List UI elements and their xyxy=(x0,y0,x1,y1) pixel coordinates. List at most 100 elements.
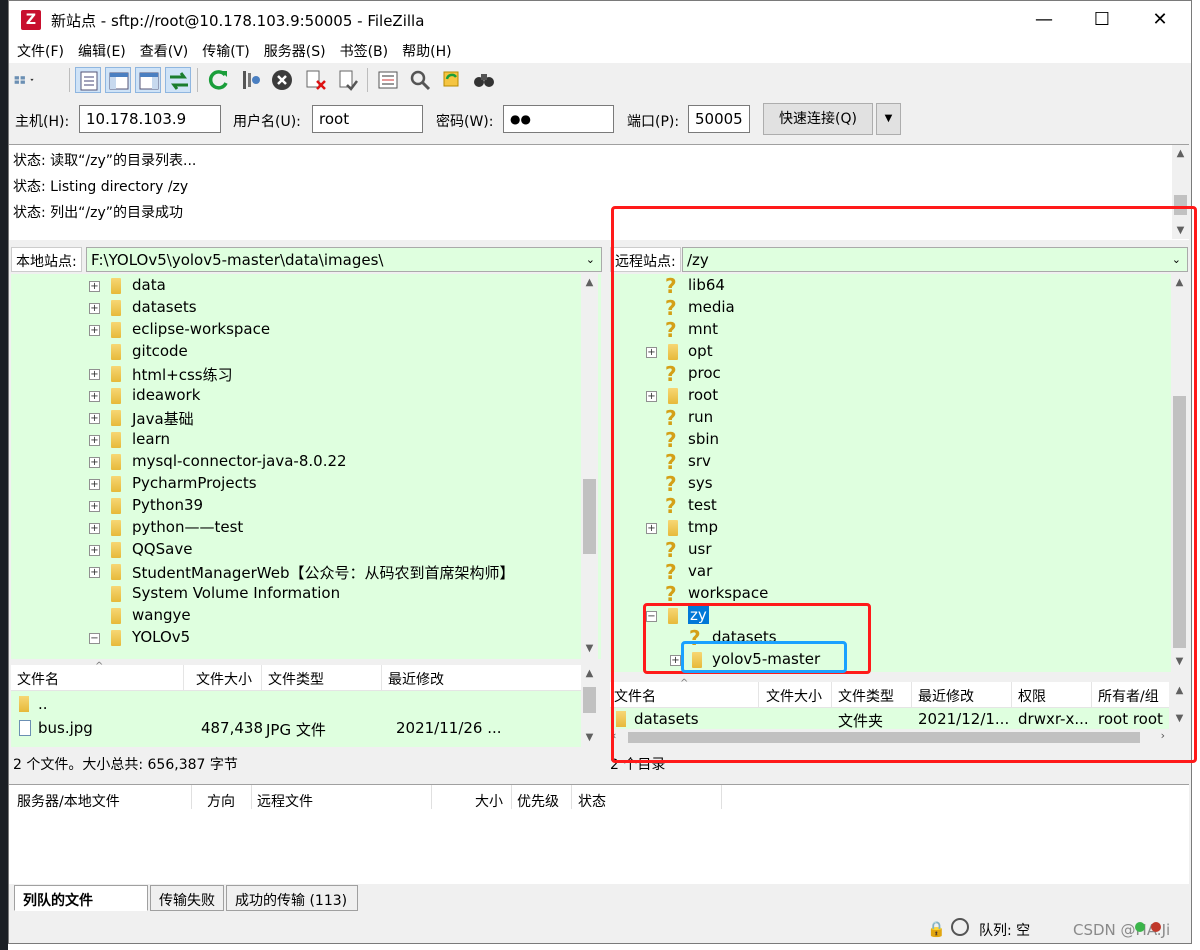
local-tree-item[interactable]: + html+css练习 xyxy=(11,363,581,385)
local-tree-item[interactable]: + mysql-connector-java-8.0.22 xyxy=(11,451,581,473)
local-tree-item[interactable]: + data xyxy=(11,275,581,297)
tree-item-label: YOLOv5 xyxy=(132,628,191,646)
expand-icon[interactable]: + xyxy=(89,435,100,446)
local-tree-item[interactable]: + StudentManagerWeb【公众号：从码农到首席架构师】 xyxy=(11,561,581,583)
folder-icon xyxy=(111,630,121,646)
toggle-remote-tree-icon[interactable] xyxy=(135,67,161,93)
menu-help[interactable]: 帮助(H) xyxy=(395,39,458,63)
tree-item-label: PycharmProjects xyxy=(132,474,257,492)
queue-col-direction[interactable]: 方向 xyxy=(207,791,235,811)
menu-server[interactable]: 服务器(S) xyxy=(257,39,333,63)
chevron-down-icon[interactable]: ⌄ xyxy=(586,253,595,266)
sync-browsing-icon[interactable] xyxy=(439,67,465,93)
folder-icon xyxy=(111,454,121,470)
local-tree-item[interactable]: + Python39 xyxy=(11,495,581,517)
folder-icon xyxy=(111,344,121,360)
local-tree-item[interactable]: − YOLOv5 xyxy=(11,627,581,649)
local-tree-scrollbar[interactable]: ▲ ▼ xyxy=(581,274,598,659)
menu-bookmarks[interactable]: 书签(B) xyxy=(333,39,396,63)
queue-col-priority[interactable]: 优先级 xyxy=(517,791,559,811)
close-button[interactable]: ✕ xyxy=(1131,1,1189,39)
process-queue-icon[interactable] xyxy=(237,67,263,93)
menu-file[interactable]: 文件(F) xyxy=(10,39,71,63)
tree-item-label: eclipse-workspace xyxy=(132,320,271,338)
disconnect-icon[interactable] xyxy=(303,67,329,93)
speed-limit-icon[interactable] xyxy=(951,918,969,936)
menu-transfer[interactable]: 传输(T) xyxy=(195,39,256,63)
toggle-local-tree-icon[interactable] xyxy=(105,67,131,93)
toggle-log-icon[interactable] xyxy=(75,67,101,93)
column-filename[interactable]: 文件名 xyxy=(17,669,59,689)
blue-highlight-box xyxy=(681,641,847,673)
host-input[interactable]: 10.178.103.9 xyxy=(79,105,221,133)
search-remote-icon[interactable] xyxy=(471,67,497,93)
site-manager-icon[interactable] xyxy=(13,67,61,93)
directory-listing-filters-icon[interactable] xyxy=(375,67,401,93)
reconnect-icon[interactable] xyxy=(335,67,361,93)
folder-icon xyxy=(111,432,121,448)
expand-icon[interactable]: + xyxy=(89,369,100,380)
refresh-icon[interactable] xyxy=(205,67,231,93)
expand-icon[interactable]: + xyxy=(89,391,100,402)
quickconnect-button[interactable]: 快速连接(Q) xyxy=(763,103,873,135)
queue-col-local[interactable]: 服务器/本地文件 xyxy=(17,791,120,811)
expand-icon[interactable]: + xyxy=(89,413,100,424)
username-input[interactable]: root xyxy=(312,105,423,133)
local-directory-tree: + data + datasets + eclipse-workspace gitcode +… xyxy=(11,274,601,659)
local-file-row[interactable]: .. xyxy=(11,693,581,715)
local-tree-item[interactable]: + Java基础 xyxy=(11,407,581,429)
dir-comparison-icon[interactable] xyxy=(407,67,433,93)
local-path-input[interactable]: F:\YOLOv5\yolov5-master\data\images\ ⌄ xyxy=(86,247,602,272)
local-tree-item[interactable]: + ideawork xyxy=(11,385,581,407)
title-bar: Z 新站点 - sftp://root@10.178.103.9:50005 -… xyxy=(9,1,1191,39)
local-tree-item[interactable]: + python——test xyxy=(11,517,581,539)
expand-icon[interactable]: + xyxy=(89,479,100,490)
expand-icon[interactable]: + xyxy=(89,281,100,292)
collapse-icon[interactable]: − xyxy=(89,633,100,644)
local-tree-item[interactable]: System Volume Information xyxy=(11,583,581,605)
local-file-list: .. bus.jpg 487,438 JPG 文件 2021/11/26 ... xyxy=(11,691,581,747)
password-input[interactable]: ●● xyxy=(503,105,614,133)
cancel-operation-icon[interactable] xyxy=(269,67,295,93)
folder-icon xyxy=(111,542,121,558)
expand-icon[interactable]: + xyxy=(89,545,100,556)
local-file-row[interactable]: bus.jpg 487,438 JPG 文件 2021/11/26 ... xyxy=(11,717,581,739)
menu-view[interactable]: 查看(V) xyxy=(133,39,196,63)
tree-item-label: wangye xyxy=(132,606,191,624)
tab-failed-transfers[interactable]: 传输失败 xyxy=(150,885,224,911)
filezilla-window: Z 新站点 - sftp://root@10.178.103.9:50005 -… xyxy=(8,0,1197,944)
queue-col-remote[interactable]: 远程文件 xyxy=(257,791,313,811)
transfer-queue-icon[interactable] xyxy=(165,67,191,93)
tab-successful-transfers[interactable]: 成功的传输 (113) xyxy=(226,885,358,911)
quickconnect-dropdown[interactable]: ▼ xyxy=(876,103,901,135)
column-filetype[interactable]: 文件类型 xyxy=(268,669,324,689)
transfer-queue: 服务器/本地文件 方向 远程文件 大小 优先级 状态 xyxy=(9,784,1189,884)
local-tree-item[interactable]: wangye xyxy=(11,605,581,627)
tree-item-label: python——test xyxy=(132,518,244,536)
expand-icon[interactable]: + xyxy=(89,501,100,512)
expand-icon[interactable]: + xyxy=(89,457,100,468)
minimize-button[interactable]: — xyxy=(1015,1,1073,39)
local-tree-item[interactable]: + learn xyxy=(11,429,581,451)
local-tree-item[interactable]: + PycharmProjects xyxy=(11,473,581,495)
local-tree-item[interactable]: gitcode xyxy=(11,341,581,363)
local-tree-item[interactable]: + QQSave xyxy=(11,539,581,561)
column-modified[interactable]: 最近修改 xyxy=(388,669,444,689)
lock-icon: 🔒 xyxy=(927,920,946,938)
expand-icon[interactable]: + xyxy=(89,325,100,336)
queue-col-size[interactable]: 大小 xyxy=(475,791,503,811)
menu-edit[interactable]: 编辑(E) xyxy=(71,39,133,63)
local-tree-item[interactable]: + datasets xyxy=(11,297,581,319)
maximize-button[interactable]: ☐ xyxy=(1073,1,1131,39)
local-list-scrollbar[interactable]: ▲ ▼ xyxy=(581,665,598,747)
expand-icon[interactable]: + xyxy=(89,303,100,314)
port-input[interactable]: 50005 xyxy=(688,105,750,133)
queue-col-status[interactable]: 状态 xyxy=(578,791,606,811)
local-tree-item[interactable]: + eclipse-workspace xyxy=(11,319,581,341)
status-led-icon xyxy=(1151,922,1161,932)
expand-icon[interactable]: + xyxy=(89,567,100,578)
tree-item-label: html+css练习 xyxy=(132,366,233,384)
tab-queued-files[interactable]: 列队的文件 xyxy=(14,885,148,911)
column-filesize[interactable]: 文件大小 xyxy=(196,669,252,689)
expand-icon[interactable]: + xyxy=(89,523,100,534)
